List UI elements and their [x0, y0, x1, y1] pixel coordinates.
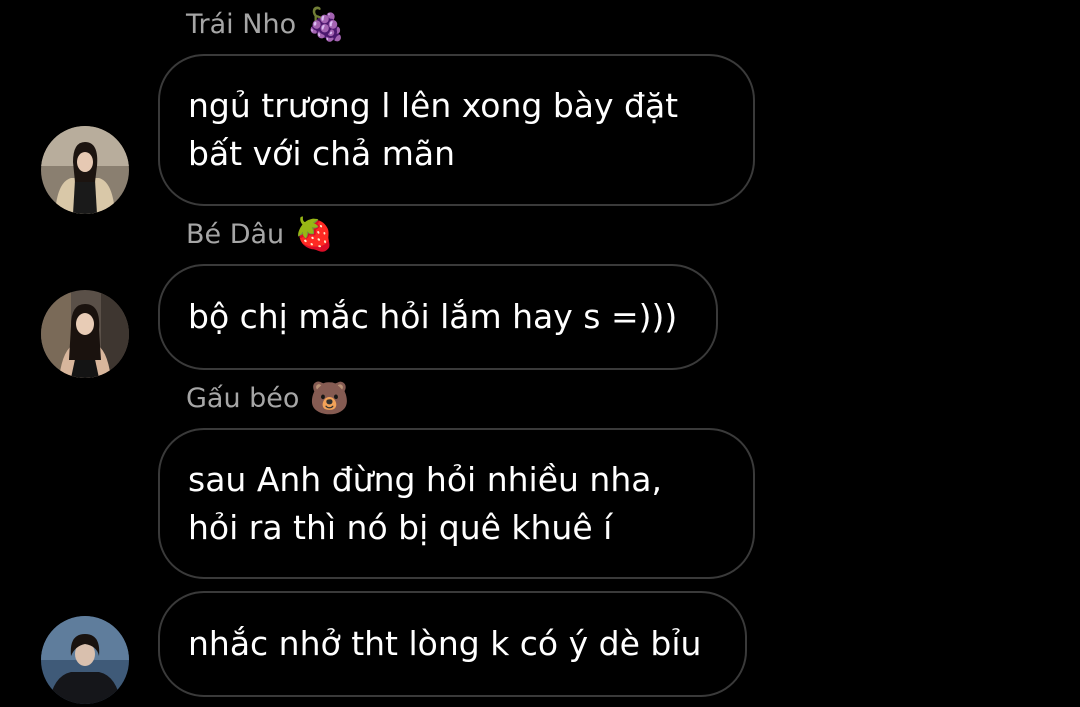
message-text-line: bất với chả mãn — [188, 134, 456, 173]
sender-name-2: Bé Dâu 🍓 — [186, 218, 334, 250]
sender-name-1: Trái Nho 🍇 — [186, 8, 346, 40]
message-text-line: bộ chị mắc hỏi lắm hay s =))) — [188, 297, 678, 336]
message-text-line: ngủ trương l lên xong bày đặt — [188, 86, 679, 125]
message-bubble-4[interactable]: nhắc nhở tht lòng k có ý dè bỉu — [158, 591, 747, 697]
avatar-trai-nho[interactable] — [41, 126, 129, 214]
sender-name-label: Bé Dâu — [186, 218, 285, 250]
avatar-photo-icon — [41, 616, 129, 704]
strawberry-icon: 🍓 — [294, 215, 335, 253]
grapes-icon: 🍇 — [306, 5, 346, 43]
message-bubble-3[interactable]: sau Anh đừng hỏi nhiều nha, hỏi ra thì n… — [158, 428, 755, 579]
sender-name-3: Gấu béo 🐻 — [186, 382, 349, 414]
message-text-line: sau Anh đừng hỏi nhiều nha, — [188, 459, 662, 499]
avatar-photo-icon — [41, 126, 129, 214]
avatar-be-dau[interactable] — [41, 290, 129, 378]
sender-name-label: Gấu béo — [186, 382, 300, 414]
message-text-line: nhắc nhở tht lòng k có ý dè bỉu — [188, 624, 702, 663]
message-bubble-2[interactable]: bộ chị mắc hỏi lắm hay s =))) — [158, 264, 718, 370]
avatar-photo-icon — [41, 290, 129, 378]
message-bubble-1[interactable]: ngủ trương l lên xong bày đặt bất với ch… — [158, 54, 755, 206]
bear-icon: 🐻 — [309, 379, 350, 417]
sender-name-label: Trái Nho — [186, 8, 297, 40]
avatar-gau-beo[interactable] — [41, 616, 129, 704]
message-text-line: hỏi ra thì nó bị quê khuê í — [188, 507, 613, 547]
